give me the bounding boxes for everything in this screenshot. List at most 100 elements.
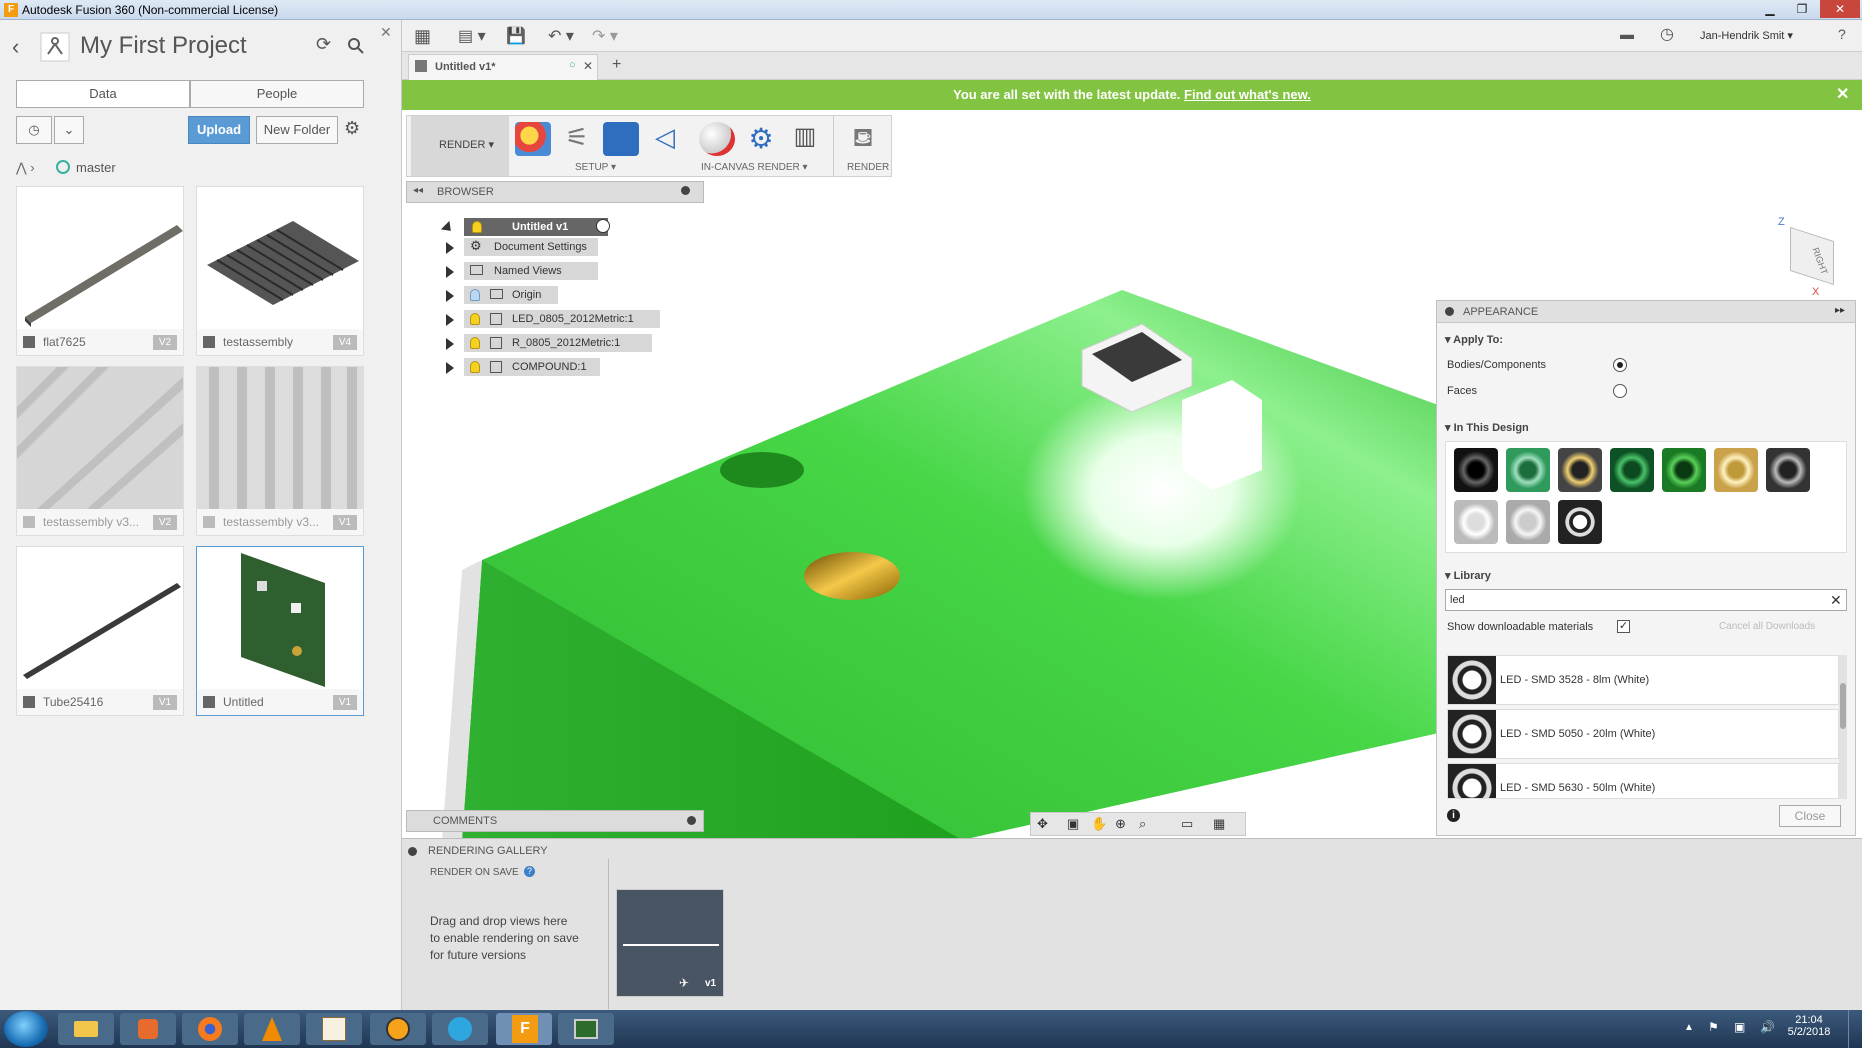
whats-new-link[interactable]: Find out what's new. xyxy=(1184,87,1311,102)
texture-map-icon[interactable] xyxy=(603,122,639,156)
close-panel-icon[interactable]: ✕ xyxy=(380,24,392,41)
media-player-icon[interactable] xyxy=(120,1013,176,1045)
library-scrollbar[interactable] xyxy=(1839,655,1847,799)
file-card-selected[interactable]: Untitled V1 xyxy=(196,546,364,716)
look-at-icon[interactable]: ▣ xyxy=(1067,816,1079,832)
material-swatch[interactable] xyxy=(1610,448,1654,492)
start-button[interactable] xyxy=(4,1011,48,1047)
volume-icon[interactable]: 🔊 xyxy=(1760,1020,1775,1034)
file-card[interactable]: testassembly v3... V2 xyxy=(16,366,184,536)
browser-options-icon[interactable] xyxy=(681,186,690,195)
material-swatch[interactable] xyxy=(1454,500,1498,544)
workspace-switcher[interactable]: RENDER ▾ xyxy=(411,116,509,176)
faces-radio[interactable] xyxy=(1613,384,1627,398)
project-hub-icon[interactable] xyxy=(40,32,70,62)
expand-arrow-icon[interactable] xyxy=(446,314,454,326)
grid-settings-icon[interactable]: ▦ xyxy=(1213,816,1225,832)
gear-icon[interactable]: ⚙ xyxy=(344,118,360,139)
expand-arrow-icon[interactable] xyxy=(446,242,454,254)
gallery-thumbnail[interactable]: ✈ v1 xyxy=(616,889,724,997)
maximize-button[interactable]: ❐ xyxy=(1788,0,1816,18)
tree-root[interactable]: Untitled v1 xyxy=(464,218,608,236)
minimize-button[interactable]: ▁ xyxy=(1756,0,1784,18)
in-canvas-render-label[interactable]: IN-CANVAS RENDER ▾ xyxy=(701,162,808,173)
tree-item-compound[interactable]: COMPOUND:1 xyxy=(464,358,600,376)
library-item[interactable]: LED - SMD 5050 - 20lm (White) xyxy=(1447,709,1839,759)
tree-item-document-settings[interactable]: Document Settings xyxy=(464,238,598,256)
decal-icon[interactable]: ◁ xyxy=(647,122,683,156)
cancel-downloads-link[interactable]: Cancel all Downloads xyxy=(1719,621,1815,632)
visibility-bulb-icon[interactable] xyxy=(470,289,480,301)
capture-image-icon[interactable]: ▥ xyxy=(787,122,823,156)
collapse-icon[interactable] xyxy=(1445,307,1454,316)
material-swatch[interactable] xyxy=(1506,448,1550,492)
network-icon[interactable]: ▣ xyxy=(1734,1020,1745,1034)
expand-arrow-icon[interactable] xyxy=(446,362,454,374)
user-menu[interactable]: Jan-Hendrik Smit ▾ xyxy=(1700,29,1793,42)
zoom-icon[interactable]: ⊕ xyxy=(1115,816,1126,832)
visibility-bulb-icon[interactable] xyxy=(472,221,482,233)
library-item[interactable]: LED - SMD 3528 - 8lm (White) xyxy=(1447,655,1839,705)
close-banner-icon[interactable]: ✕ xyxy=(1836,80,1849,110)
firefox-icon[interactable] xyxy=(182,1013,238,1045)
comments-panel-header[interactable]: COMMENTS xyxy=(406,810,704,832)
tab-people[interactable]: People xyxy=(190,80,364,108)
material-swatch[interactable] xyxy=(1506,500,1550,544)
in-canvas-render-icon[interactable] xyxy=(699,122,735,156)
setup-label[interactable]: SETUP ▾ xyxy=(575,162,616,173)
close-window-button[interactable]: ✕ xyxy=(1820,0,1860,18)
file-card[interactable]: Tube25416 V1 xyxy=(16,546,184,716)
material-swatch[interactable] xyxy=(1662,448,1706,492)
save-icon[interactable]: 💾 xyxy=(506,26,526,46)
collapse-icon[interactable] xyxy=(408,847,417,856)
expand-panel-icon[interactable]: ▸▸ xyxy=(1835,305,1845,316)
close-appearance-button[interactable]: Close xyxy=(1779,805,1841,827)
search-icon[interactable] xyxy=(348,38,364,54)
redo-icon[interactable]: ↷ ▾ xyxy=(592,26,618,46)
collapse-icon[interactable]: ◂◂ xyxy=(413,185,423,196)
telegram-icon[interactable] xyxy=(432,1013,488,1045)
visibility-bulb-icon[interactable] xyxy=(470,361,480,373)
visibility-bulb-icon[interactable] xyxy=(470,313,480,325)
help-icon[interactable]: ? xyxy=(1838,26,1846,42)
material-swatch[interactable] xyxy=(1558,448,1602,492)
render-settings-icon[interactable]: ⚙ xyxy=(743,122,779,156)
bodies-radio[interactable] xyxy=(1613,358,1627,372)
library-item[interactable]: LED - SMD 5630 - 50lm (White) xyxy=(1447,763,1839,799)
job-status-icon[interactable]: ◷ xyxy=(1660,24,1674,44)
tab-data[interactable]: Data xyxy=(16,80,190,108)
visibility-bulb-icon[interactable] xyxy=(470,337,480,349)
show-downloadable-checkbox[interactable]: ✓ xyxy=(1617,620,1630,633)
file-card[interactable]: flat7625 V2 xyxy=(16,186,184,356)
close-tab-icon[interactable]: ✕ xyxy=(583,59,593,73)
material-swatch[interactable] xyxy=(1766,448,1810,492)
pan-icon[interactable]: ✋ xyxy=(1091,816,1107,832)
document-tab[interactable]: Untitled v1* ○ ✕ xyxy=(408,54,598,80)
new-folder-button[interactable]: New Folder xyxy=(256,116,338,144)
app-grid-icon[interactable]: ▦ xyxy=(414,26,431,47)
file-card[interactable]: testassembly v3... V1 xyxy=(196,366,364,536)
orbit-icon[interactable]: ✥ xyxy=(1037,816,1048,832)
scene-settings-icon[interactable]: ⚟ xyxy=(559,122,595,156)
expand-arrow-icon[interactable] xyxy=(446,290,454,302)
add-comment-icon[interactable] xyxy=(687,816,696,825)
tray-expand-icon[interactable]: ▲ xyxy=(1684,1022,1694,1033)
material-swatch[interactable] xyxy=(1558,500,1602,544)
fusion360-taskbar-icon[interactable]: F xyxy=(496,1013,552,1045)
chevron-down-icon[interactable]: ⌄ xyxy=(54,116,84,144)
fit-icon[interactable]: ⌕ xyxy=(1139,816,1146,832)
activate-radio-icon[interactable] xyxy=(596,219,610,233)
teapot-render-icon[interactable]: ⛾ xyxy=(845,122,881,156)
library-search-field[interactable]: led ✕ xyxy=(1445,589,1847,611)
flag-icon[interactable]: ⚑ xyxy=(1708,1020,1719,1034)
expand-arrow-icon[interactable] xyxy=(446,338,454,350)
appearance-icon[interactable] xyxy=(515,122,551,156)
refresh-icon[interactable]: ⟳ xyxy=(316,34,331,55)
show-desktop-button[interactable] xyxy=(1848,1010,1862,1048)
material-swatch[interactable] xyxy=(1454,448,1498,492)
hub-breadcrumb-icon[interactable]: ⋀ › xyxy=(16,160,35,176)
material-swatch[interactable] xyxy=(1714,448,1758,492)
clock[interactable]: 21:04 5/2/2018 xyxy=(1782,1014,1836,1038)
render-label[interactable]: RENDER xyxy=(847,162,889,173)
task-manager-icon[interactable] xyxy=(558,1013,614,1045)
